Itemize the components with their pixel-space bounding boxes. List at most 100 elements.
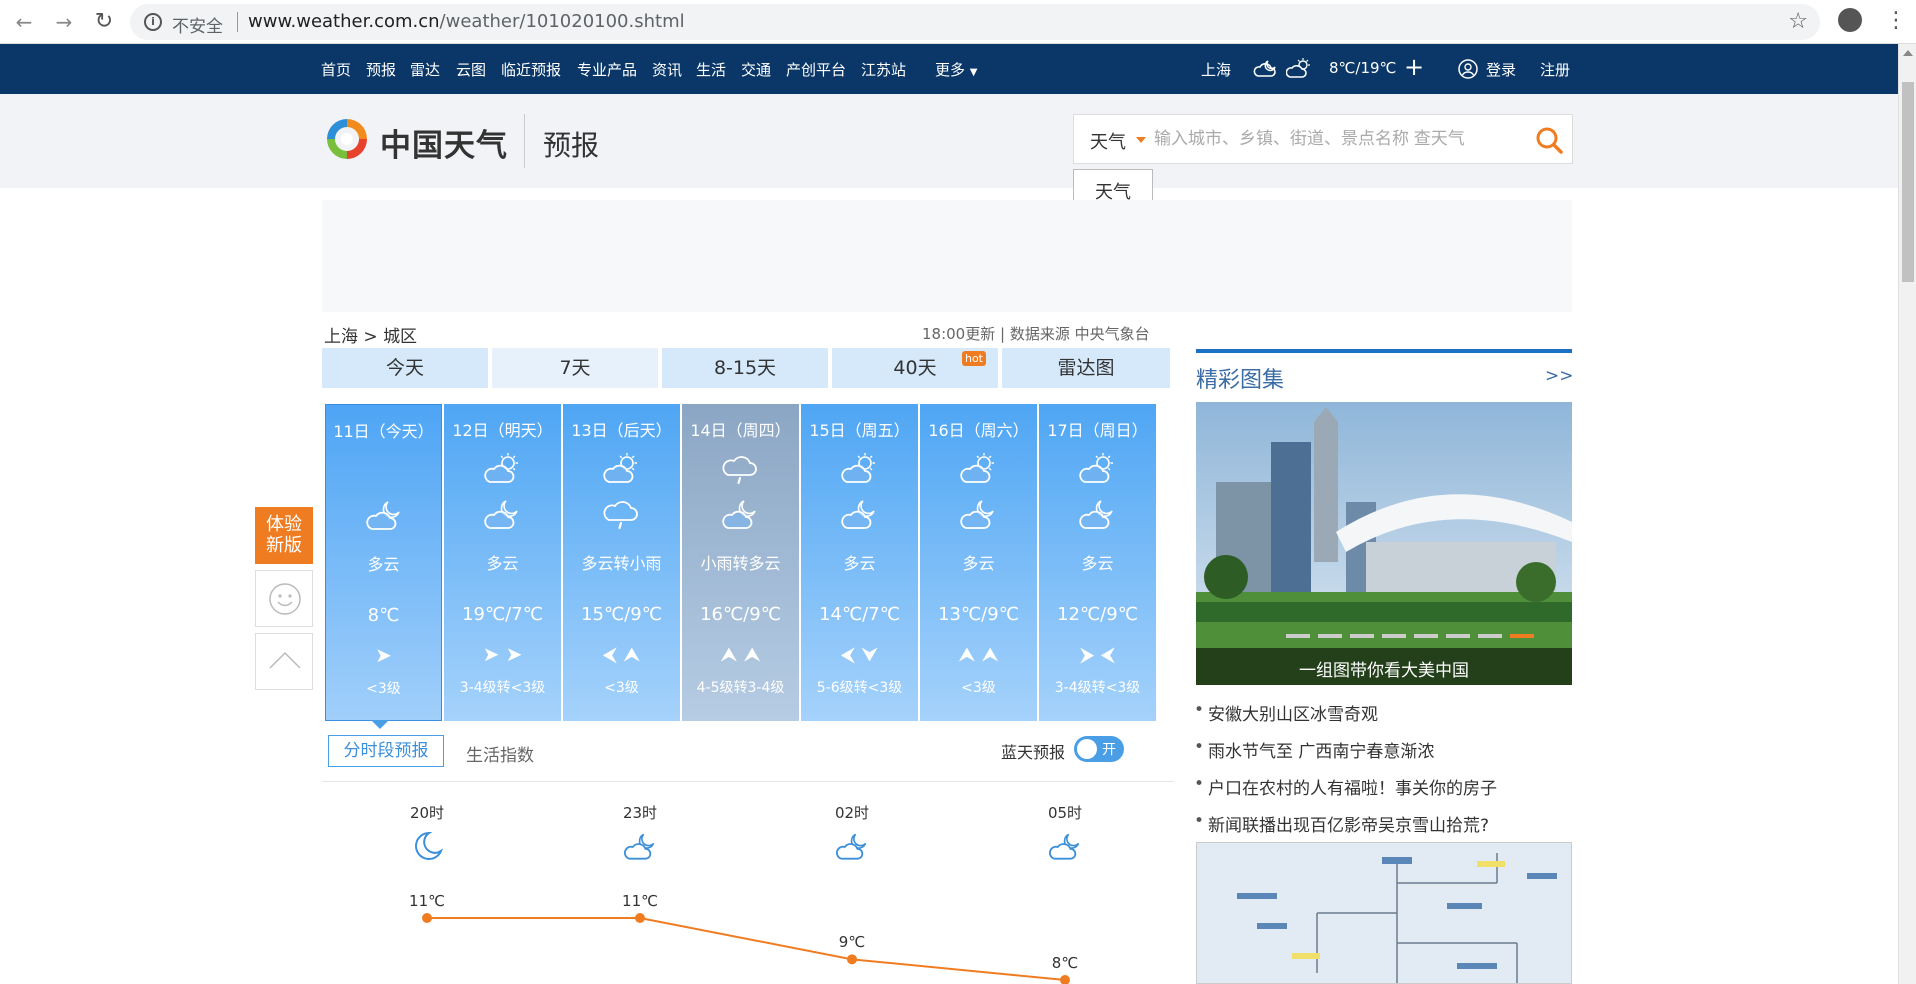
day-description: 多云	[367, 555, 400, 574]
chevron-down-icon: ▼	[969, 67, 978, 78]
hour-temp-label: 11℃	[409, 892, 445, 910]
partly-cloudy-night-icon	[834, 830, 870, 864]
mindmap-thumbnail[interactable]	[1196, 842, 1572, 984]
tab-life-index[interactable]: 生活指数	[466, 741, 534, 766]
day-column[interactable]: 12日（明天） 多云 19℃/7℃ ➤ ➤ 3-4级转<3级	[444, 404, 561, 721]
feedback-button[interactable]	[255, 570, 313, 627]
partly-cloudy-night-icon	[1253, 60, 1276, 77]
gallery-caption[interactable]: 一组图带你看大美中国	[1196, 656, 1572, 681]
day-column[interactable]: 14日（周四） 小雨转多云 16℃/9℃ ⮝ ⮝ 4-5级转3-4级	[682, 404, 799, 721]
temp-point	[1060, 975, 1070, 984]
partly-cloudy-night-icon	[622, 830, 658, 864]
bluesky-toggle[interactable]: 开	[1074, 736, 1124, 762]
shanghai-grand-theatre-image	[1196, 402, 1572, 685]
nav-city[interactable]: 上海	[1201, 59, 1231, 80]
address-bar[interactable]: i 不安全 www.weather.com.cn/weather/1010201…	[130, 4, 1820, 40]
gallery-dot[interactable]	[1478, 634, 1502, 638]
temp-line	[427, 917, 1066, 981]
nav-more[interactable]: 更多 ▼	[935, 59, 978, 80]
gallery-dot[interactable]	[1350, 634, 1374, 638]
bluesky-label: 蓝天预报	[1001, 743, 1066, 762]
nav-link-radar[interactable]: 雷达	[410, 59, 440, 80]
gallery-dot[interactable]	[1382, 634, 1406, 638]
news-item[interactable]: 户口在农村的人有福啦！事关你的房子	[1194, 774, 1497, 799]
gallery-dot[interactable]	[1286, 634, 1310, 638]
day-description: 多云	[1081, 554, 1114, 573]
page-scrollbar[interactable]	[1898, 44, 1916, 984]
temp-point	[635, 913, 645, 923]
gallery-image[interactable]	[1196, 402, 1572, 685]
wind-level: <3级	[961, 680, 996, 696]
nav-more-label: 更多	[935, 61, 966, 79]
nav-link-products[interactable]: 专业产品	[577, 59, 637, 80]
breadcrumb-district: 城区	[383, 327, 418, 347]
breadcrumb: 上海 > 城区	[324, 322, 417, 347]
wind-direction-icon: ⮜ ⮝	[602, 642, 641, 666]
wind-level: 3-4级转<3级	[1054, 680, 1141, 696]
info-icon[interactable]: i	[144, 13, 162, 31]
nav-link-platform[interactable]: 产创平台	[786, 59, 846, 80]
news-item[interactable]: 安徽大别山区冰雪奇观	[1194, 700, 1378, 725]
search-input[interactable]	[1154, 125, 1524, 153]
day-temperature: 15℃/9℃	[581, 604, 662, 625]
day-description: 多云	[486, 554, 519, 573]
day-column[interactable]: 17日（周日） 多云 12℃/9℃ ⮞ ⮜ 3-4级转<3级	[1039, 404, 1156, 721]
light-rain-icon	[601, 498, 641, 532]
nav-link-jiangsu[interactable]: 江苏站	[861, 59, 906, 80]
scroll-up-icon[interactable]	[1903, 50, 1913, 56]
url-text[interactable]: www.weather.com.cn/weather/101020100.sht…	[248, 11, 685, 32]
day-column[interactable]: 11日（今天） 多云 8℃ ➤ <3级	[325, 404, 442, 721]
brand-name[interactable]: 中国天气	[380, 120, 508, 165]
search-box: 天气	[1073, 114, 1573, 164]
user-icon[interactable]	[1458, 59, 1478, 79]
nav-link-news[interactable]: 资讯	[652, 59, 682, 80]
bookmark-star-icon[interactable]: ☆	[1788, 9, 1808, 34]
caret-down-icon[interactable]	[1136, 137, 1146, 143]
nav-link-home[interactable]: 首页	[321, 59, 351, 80]
try-new-version-button[interactable]: 体验新版	[255, 507, 313, 564]
nav-link-forecast[interactable]: 预报	[366, 59, 396, 80]
nav-link-life[interactable]: 生活	[696, 59, 726, 80]
day-column[interactable]: 13日（后天） 多云转小雨 15℃/9℃ ⮜ ⮝ <3级	[563, 404, 680, 721]
partly-cloudy-day-icon	[601, 453, 641, 487]
day-column[interactable]: 15日（周五） 多云 14℃/7℃ ⮜ ⮟ 5-6级转<3级	[801, 404, 918, 721]
reload-icon[interactable]: ↻	[90, 8, 118, 36]
nav-link-nowcast[interactable]: 临近预报	[501, 59, 561, 80]
hour-label: 23时	[622, 804, 658, 822]
gallery-dot[interactable]	[1414, 634, 1438, 638]
tab-today[interactable]: 今天	[322, 348, 488, 388]
nav-link-traffic[interactable]: 交通	[741, 59, 771, 80]
partly-cloudy-night-icon	[1077, 498, 1117, 532]
address-separator	[237, 12, 238, 32]
day-column[interactable]: 16日（周六） 多云 13℃/9℃ ⮝ ⮝ <3级	[920, 404, 1037, 721]
nav-link-cloud[interactable]: 云图	[456, 59, 486, 80]
weather-logo-icon[interactable]	[322, 114, 372, 164]
back-to-top-button[interactable]	[255, 633, 313, 690]
tab-8-15day[interactable]: 8-15天	[662, 348, 828, 388]
news-item[interactable]: 雨水节气至 广西南宁春意渐浓	[1194, 737, 1434, 762]
search-icon[interactable]	[1534, 125, 1564, 155]
gallery-dot[interactable]	[1446, 634, 1470, 638]
divider	[322, 781, 1174, 782]
search-type-select[interactable]: 天气	[1090, 128, 1126, 154]
gallery-more-link[interactable]: >>	[1545, 366, 1574, 386]
browser-menu-icon[interactable]: ⋮	[1885, 6, 1907, 36]
gallery-dot[interactable]	[1318, 634, 1342, 638]
scrollbar-thumb[interactable]	[1902, 82, 1914, 282]
gallery-top-line	[1196, 349, 1572, 353]
wind-direction-icon: ⮜ ⮟	[840, 642, 879, 666]
gallery-dot[interactable]	[1510, 634, 1534, 638]
breadcrumb-province[interactable]: 上海	[324, 327, 358, 347]
login-link[interactable]: 登录	[1486, 59, 1516, 80]
news-item[interactable]: 新闻联播出现百亿影帝吴京雪山拾荒?	[1194, 811, 1489, 836]
add-city-icon[interactable]: +	[1404, 53, 1424, 81]
register-link[interactable]: 注册	[1540, 59, 1570, 80]
day-date: 16日（周六）	[928, 421, 1029, 440]
partly-cloudy-night-icon	[364, 499, 404, 533]
tab-7day[interactable]: 7天	[492, 348, 658, 388]
forward-icon[interactable]: →	[50, 8, 78, 36]
tab-hourly-forecast[interactable]: 分时段预报	[328, 735, 444, 767]
back-icon[interactable]: ←	[10, 8, 38, 36]
profile-avatar-icon[interactable]	[1838, 8, 1862, 32]
tab-radar[interactable]: 雷达图	[1002, 348, 1170, 388]
